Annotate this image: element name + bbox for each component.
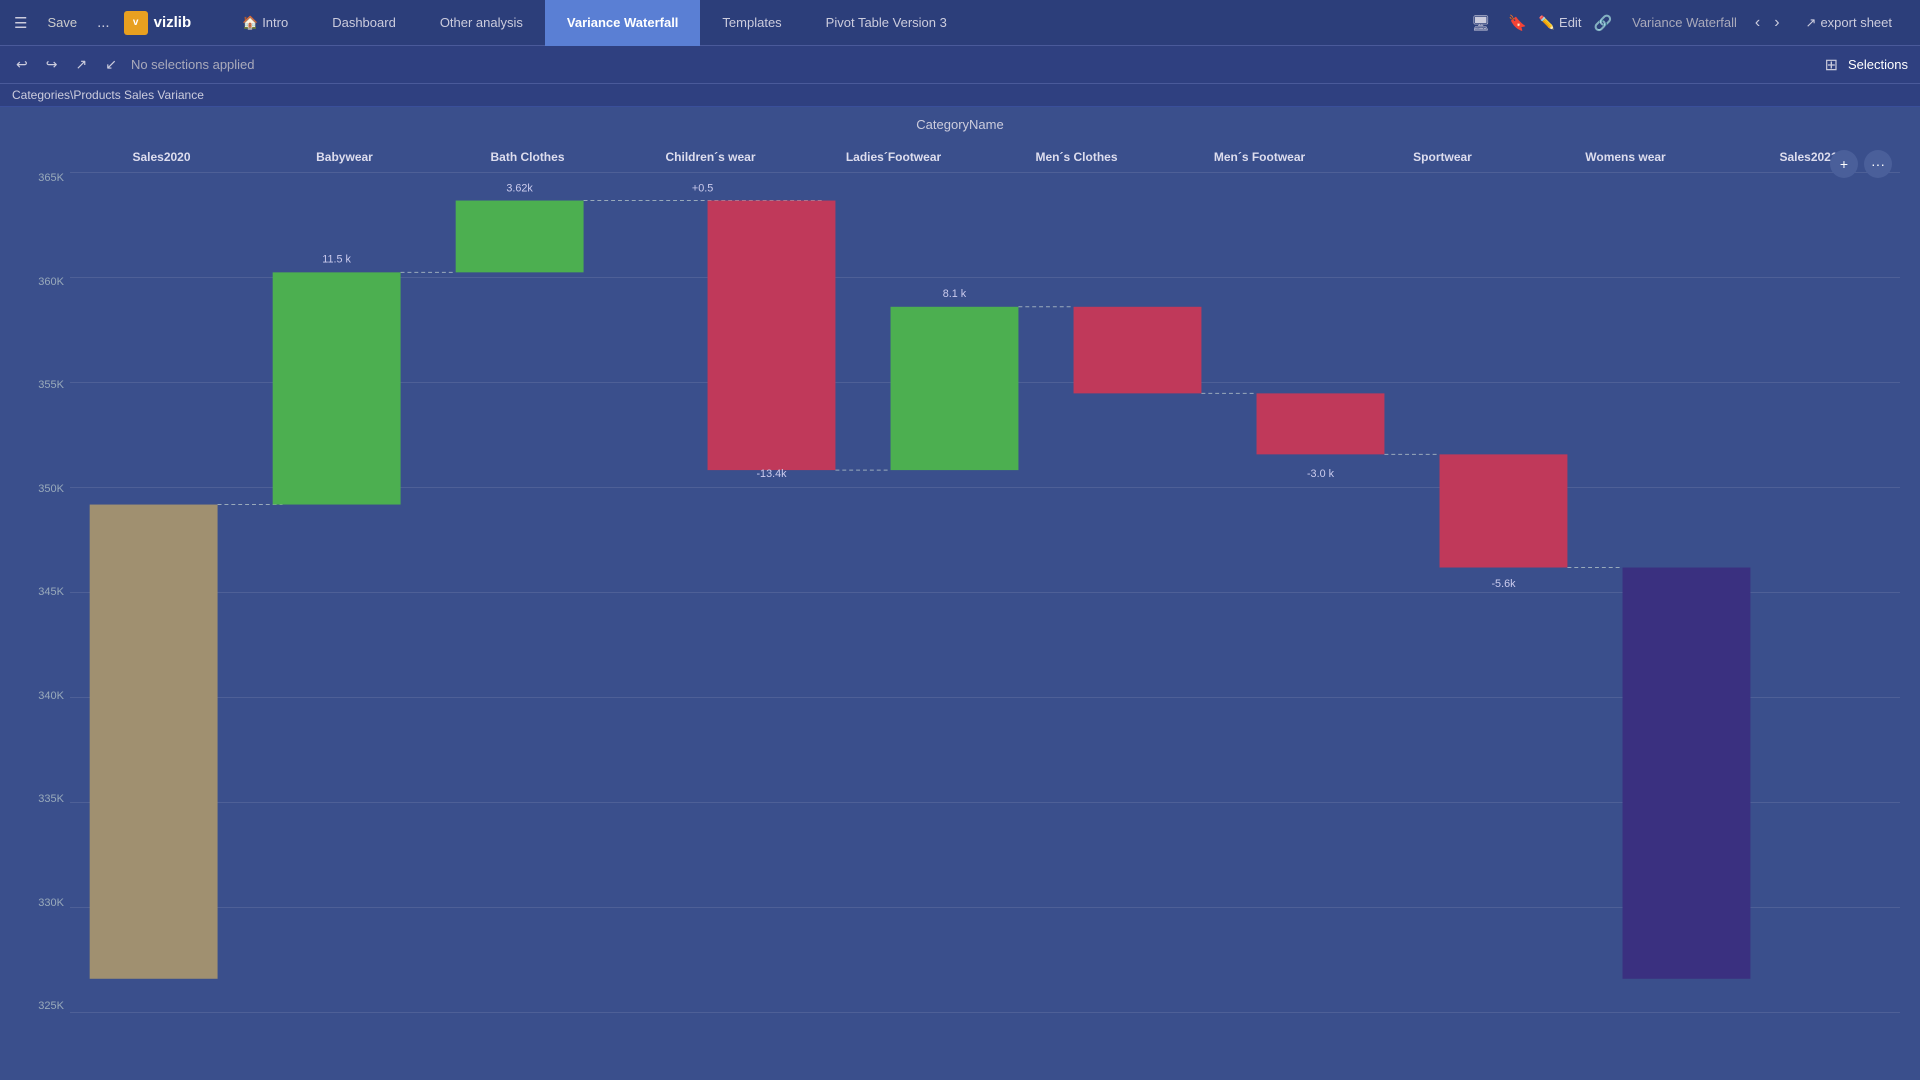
edit-button[interactable]: ✏️ Edit xyxy=(1539,15,1582,31)
y-label-360k: 360K xyxy=(20,276,70,288)
nav-links: 🏠Intro Dashboard Other analysis Variance… xyxy=(220,0,1453,46)
chart-container: 365K 360K 355K 350K 345K 340K 335K 330K … xyxy=(20,142,1900,1022)
vizlib-logo-text: vizlib xyxy=(154,14,192,31)
label-womens-wear: -5.6k xyxy=(1491,578,1516,590)
y-label-330k: 330K xyxy=(20,897,70,909)
bar-sales2021[interactable] xyxy=(1623,568,1751,979)
nav-other-analysis[interactable]: Other analysis xyxy=(418,0,545,46)
monitor-icon[interactable]: 🖥 xyxy=(1465,10,1496,36)
nav-forward-arrow[interactable]: › xyxy=(1770,14,1783,32)
nav-intro[interactable]: 🏠Intro xyxy=(220,0,310,46)
bar-babywear[interactable] xyxy=(273,272,401,504)
top-navigation: ☰ Save ... v vizlib 🏠Intro Dashboard Oth… xyxy=(0,0,1920,46)
nav-back-arrow[interactable]: ‹ xyxy=(1751,14,1764,32)
y-label-365k: 365K xyxy=(20,172,70,184)
y-axis: 365K 360K 355K 350K 345K 340K 335K 330K … xyxy=(20,172,70,1022)
nav-pivot-table[interactable]: Pivot Table Version 3 xyxy=(804,0,969,46)
chart-title: CategoryName xyxy=(20,117,1900,132)
toolbar-icon-forward[interactable]: ↪ xyxy=(42,54,62,75)
y-label-350k: 350K xyxy=(20,483,70,495)
chart-area: CategoryName 365K 360K 355K 350K 345K 34… xyxy=(0,107,1920,1077)
nav-variance-waterfall[interactable]: Variance Waterfall xyxy=(545,0,701,46)
float-buttons: + ··· xyxy=(1830,150,1892,178)
export-icon: ↗ xyxy=(1806,15,1817,31)
edit-icon: ✏️ xyxy=(1539,15,1555,31)
toolbar: ↩ ↪ ↗ ↙ No selections applied ⊞ Selectio… xyxy=(0,46,1920,84)
breadcrumb-label: Variance Waterfall xyxy=(1624,15,1745,30)
breadcrumb-bar: Categories\Products Sales Variance xyxy=(0,84,1920,107)
bookmark-icon[interactable]: 🔖 xyxy=(1502,10,1533,36)
col-header-sportwear: Sportwear xyxy=(1351,142,1534,172)
label-childrens-wear: +0.5 xyxy=(692,183,713,195)
bar-sales2020[interactable] xyxy=(90,505,218,979)
y-label-345k: 345K xyxy=(20,586,70,598)
bar-womens-wear[interactable] xyxy=(1440,454,1568,567)
breadcrumb-path: Categories\Products Sales Variance xyxy=(12,88,204,102)
nav-left-area: ☰ Save ... v vizlib xyxy=(0,10,220,36)
vizlib-logo-icon: v xyxy=(124,11,148,35)
col-header-womens-wear: Womens wear xyxy=(1534,142,1717,172)
hamburger-menu[interactable]: ☰ xyxy=(8,10,33,36)
label-bath-clothes: 3.62k xyxy=(506,183,533,195)
export-sheet-button[interactable]: ↗ export sheet xyxy=(1790,15,1908,31)
column-headers: Sales2020 Babywear Bath Clothes Children… xyxy=(70,142,1900,172)
label-mens-clothes: 8.1 k xyxy=(943,288,967,300)
y-label-355k: 355K xyxy=(20,379,70,391)
y-label-335k: 335K xyxy=(20,793,70,805)
bar-mens-clothes[interactable] xyxy=(891,307,1019,470)
export-label: export sheet xyxy=(1820,15,1892,30)
edit-label: Edit xyxy=(1559,15,1581,30)
float-more-button[interactable]: ··· xyxy=(1864,150,1892,178)
float-add-button[interactable]: + xyxy=(1830,150,1858,178)
waterfall-chart-svg: 11.5 k 3.62k +0.5 -13.4k 8.1 k xyxy=(70,172,1900,979)
grid-view-button[interactable]: ⊞ xyxy=(1825,55,1838,75)
nav-right-area: 🖥 🔖 ✏️ Edit 🔗 Variance Waterfall ‹ › ↗ e… xyxy=(1453,10,1920,36)
bar-ladies-footwear[interactable] xyxy=(708,201,836,471)
toolbar-icon-back[interactable]: ↩ xyxy=(12,54,32,75)
col-header-mens-clothes: Men´s Clothes xyxy=(985,142,1168,172)
bar-sportwear[interactable] xyxy=(1257,393,1385,454)
bar-mens-footwear[interactable] xyxy=(1074,307,1202,394)
label-sportwear: -3.0 k xyxy=(1307,468,1335,480)
col-header-ladies-footwear: Ladies´Footwear xyxy=(802,142,985,172)
logo-area: v vizlib xyxy=(124,11,192,35)
label-babywear: 11.5 k xyxy=(322,254,351,266)
toolbar-icon-import[interactable]: ↙ xyxy=(101,54,121,75)
y-label-325k: 325K xyxy=(20,1000,70,1012)
col-header-childrens-wear: Children´s wear xyxy=(619,142,802,172)
nav-dashboard[interactable]: Dashboard xyxy=(310,0,418,46)
more-button[interactable]: ... xyxy=(91,10,116,35)
label-ladies-footwear: -13.4k xyxy=(756,468,787,480)
col-header-babywear: Babywear xyxy=(253,142,436,172)
col-header-sales2020: Sales2020 xyxy=(70,142,253,172)
col-header-mens-footwear: Men´s Footwear xyxy=(1168,142,1351,172)
y-label-340k: 340K xyxy=(20,690,70,702)
link-icon[interactable]: 🔗 xyxy=(1587,10,1618,36)
bar-bath-clothes[interactable] xyxy=(456,201,584,273)
selection-text: No selections applied xyxy=(131,57,1815,72)
col-header-bath-clothes: Bath Clothes xyxy=(436,142,619,172)
save-button[interactable]: Save xyxy=(41,11,83,34)
toolbar-icon-export[interactable]: ↗ xyxy=(71,54,91,75)
nav-templates[interactable]: Templates xyxy=(700,0,803,46)
selections-button[interactable]: Selections xyxy=(1848,57,1908,72)
